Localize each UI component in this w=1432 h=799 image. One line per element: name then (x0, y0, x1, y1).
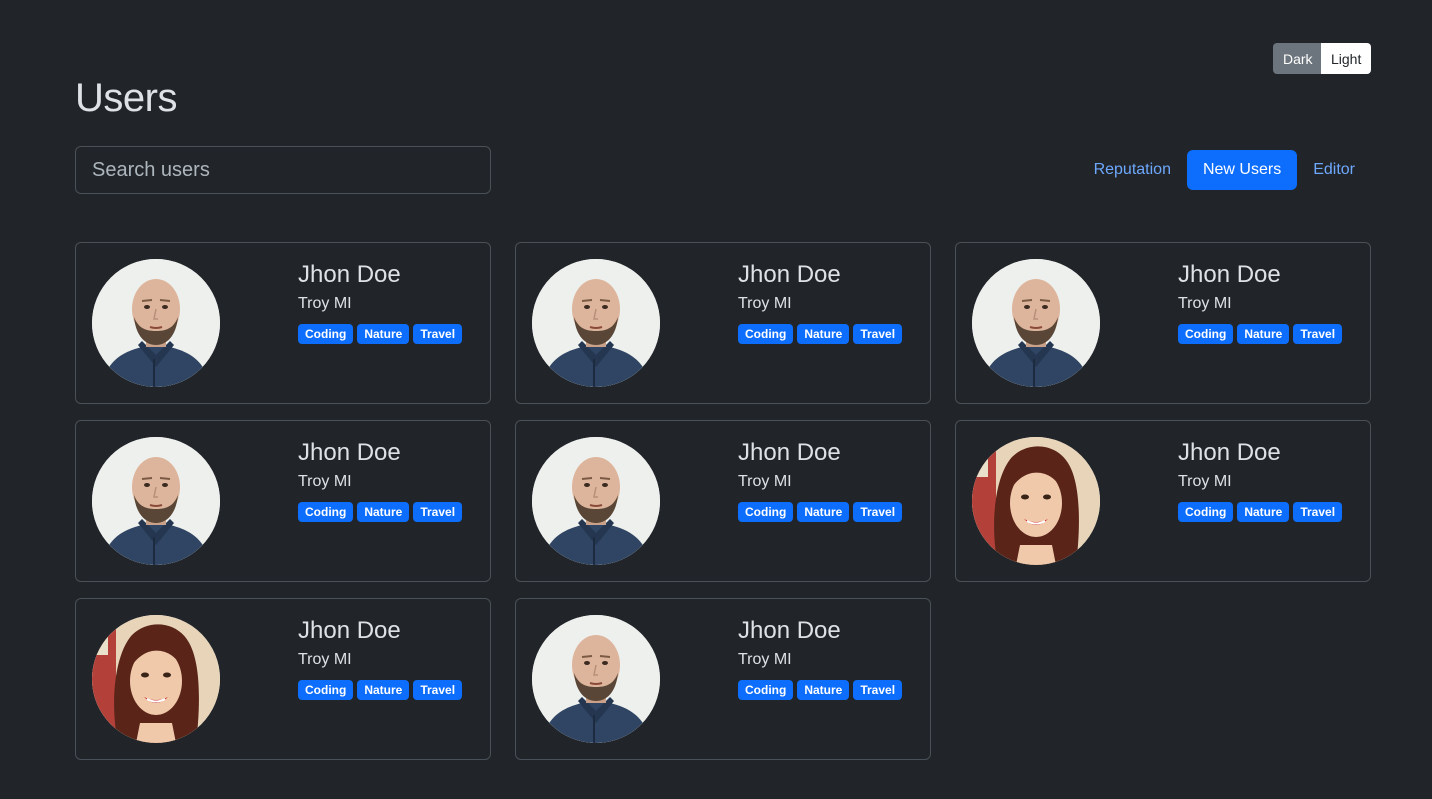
user-info: Jhon Doe Troy MI Coding Nature Travel (298, 259, 463, 344)
user-card[interactable]: Jhon Doe Troy MI Coding Nature Travel (515, 598, 931, 760)
user-tags: Coding Nature Travel (298, 324, 463, 344)
user-grid: Jhon Doe Troy MI Coding Nature Travel Jhon D… (75, 242, 1371, 760)
user-card[interactable]: Jhon Doe Troy MI Coding Nature Travel (515, 420, 931, 582)
user-tags: Coding Nature Travel (298, 502, 463, 522)
tag-badge: Nature (797, 502, 850, 522)
tag-badge: Nature (357, 680, 410, 700)
user-name: Jhon Doe (298, 261, 401, 288)
user-info: Jhon Doe Troy MI Coding Nature Travel (1178, 259, 1343, 344)
user-info: Jhon Doe Troy MI Coding Nature Travel (738, 615, 903, 700)
tag-badge: Coding (1178, 324, 1234, 344)
woman-avatar (972, 437, 1100, 565)
user-tags: Coding Nature Travel (1178, 324, 1343, 344)
theme-toggle: Dark Light (1273, 43, 1371, 74)
user-info: Jhon Doe Troy MI Coding Nature Travel (1178, 437, 1343, 522)
tab-reputation[interactable]: Reputation (1078, 150, 1187, 190)
tag-badge: Coding (738, 502, 794, 522)
tag-badge: Travel (853, 680, 903, 700)
user-location: Troy MI (738, 473, 792, 490)
tag-badge: Nature (357, 324, 410, 344)
man-avatar (92, 437, 220, 565)
man-avatar (92, 259, 220, 387)
user-card[interactable]: Jhon Doe Troy MI Coding Nature Travel (75, 242, 491, 404)
user-info: Jhon Doe Troy MI Coding Nature Travel (298, 615, 463, 700)
page-title: Users (75, 76, 177, 120)
user-location: Troy MI (298, 473, 352, 490)
tag-badge: Coding (738, 324, 794, 344)
user-info: Jhon Doe Troy MI Coding Nature Travel (738, 259, 903, 344)
tag-badge: Travel (413, 324, 463, 344)
user-location: Troy MI (298, 651, 352, 668)
user-name: Jhon Doe (738, 439, 841, 466)
tag-badge: Travel (1293, 324, 1343, 344)
man-avatar (532, 437, 660, 565)
user-card[interactable]: Jhon Doe Troy MI Coding Nature Travel (75, 420, 491, 582)
user-tags: Coding Nature Travel (298, 680, 463, 700)
user-name: Jhon Doe (738, 261, 841, 288)
user-info: Jhon Doe Troy MI Coding Nature Travel (738, 437, 903, 522)
tag-badge: Travel (413, 680, 463, 700)
light-theme-button[interactable]: Light (1321, 43, 1371, 74)
user-card[interactable]: Jhon Doe Troy MI Coding Nature Travel (955, 242, 1371, 404)
user-name: Jhon Doe (1178, 439, 1281, 466)
tag-badge: Coding (738, 680, 794, 700)
user-name: Jhon Doe (738, 617, 841, 644)
user-location: Troy MI (738, 295, 792, 312)
user-name: Jhon Doe (1178, 261, 1281, 288)
dark-theme-button[interactable]: Dark (1273, 43, 1321, 74)
tab-new-users[interactable]: New Users (1186, 150, 1298, 190)
tag-badge: Nature (1237, 502, 1290, 522)
user-location: Troy MI (738, 651, 792, 668)
user-card[interactable]: Jhon Doe Troy MI Coding Nature Travel (515, 242, 931, 404)
tag-badge: Travel (1293, 502, 1343, 522)
tag-badge: Coding (298, 680, 354, 700)
user-card[interactable]: Jhon Doe Troy MI Coding Nature Travel (75, 598, 491, 760)
user-location: Troy MI (1178, 473, 1232, 490)
tag-badge: Travel (853, 324, 903, 344)
user-filter-tabs: Reputation New Users Editor (1078, 150, 1371, 190)
user-tags: Coding Nature Travel (1178, 502, 1343, 522)
user-name: Jhon Doe (298, 617, 401, 644)
tag-badge: Travel (853, 502, 903, 522)
user-location: Troy MI (1178, 295, 1232, 312)
user-tags: Coding Nature Travel (738, 324, 903, 344)
tag-badge: Nature (797, 324, 850, 344)
user-location: Troy MI (298, 295, 352, 312)
search-input[interactable] (75, 146, 491, 194)
user-tags: Coding Nature Travel (738, 502, 903, 522)
tag-badge: Coding (298, 324, 354, 344)
user-info: Jhon Doe Troy MI Coding Nature Travel (298, 437, 463, 522)
users-page: Dark Light Users Reputation New Users Ed… (0, 0, 1432, 799)
man-avatar (532, 615, 660, 743)
woman-avatar (92, 615, 220, 743)
tag-badge: Coding (298, 502, 354, 522)
user-tags: Coding Nature Travel (738, 680, 903, 700)
tag-badge: Nature (1237, 324, 1290, 344)
tab-editor[interactable]: Editor (1297, 150, 1371, 190)
man-avatar (532, 259, 660, 387)
tag-badge: Nature (797, 680, 850, 700)
man-avatar (972, 259, 1100, 387)
tag-badge: Coding (1178, 502, 1234, 522)
tag-badge: Travel (413, 502, 463, 522)
user-name: Jhon Doe (298, 439, 401, 466)
user-card[interactable]: Jhon Doe Troy MI Coding Nature Travel (955, 420, 1371, 582)
tag-badge: Nature (357, 502, 410, 522)
